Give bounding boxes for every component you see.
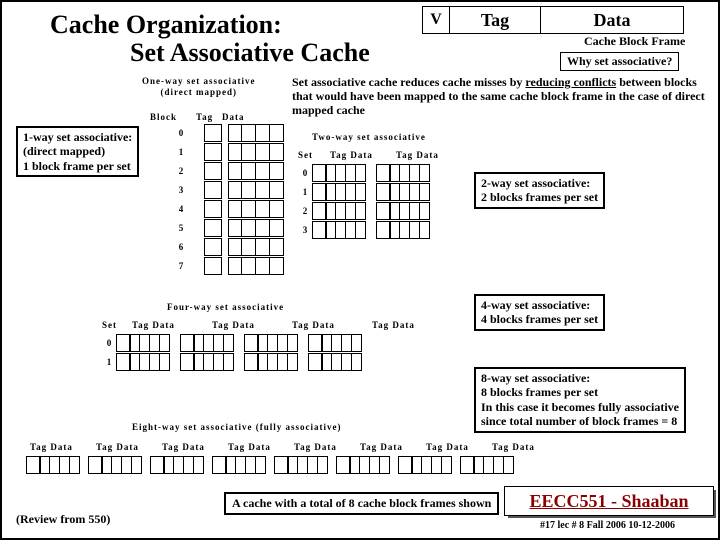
cache-block-frame-label: Cache Block Frame [584, 34, 685, 49]
eecc-label: EECC551 - Shaaban [504, 486, 714, 516]
grid-8way [26, 456, 522, 474]
grid-1way: 01234567 [190, 124, 284, 276]
tag-header-1: Tag [196, 112, 213, 122]
review-label: (Review from 550) [16, 512, 110, 527]
td-header-4b: Tag Data [212, 320, 255, 330]
td-header-8-4: Tag Data [294, 442, 337, 452]
td-header-8-1: Tag Data [96, 442, 139, 452]
title-line2: Set Associative Cache [130, 38, 370, 68]
box-4way: 4-way set associative:4 blocks frames pe… [474, 294, 605, 331]
footer-box: A cache with a total of 8 cache block fr… [224, 492, 499, 515]
block-header: Block [150, 112, 177, 122]
td-header-2a: Tag Data [330, 150, 373, 160]
td-header-8-0: Tag Data [30, 442, 73, 452]
eightway-label: Eight-way set associative (fully associa… [132, 422, 341, 432]
td-header-8-2: Tag Data [162, 442, 205, 452]
fourway-label: Four-way set associative [167, 302, 284, 312]
why-box: Why set associative? [560, 52, 679, 71]
grid-4way: 01 [102, 334, 372, 372]
td-header-8-5: Tag Data [360, 442, 403, 452]
td-header-4d: Tag Data [372, 320, 415, 330]
set-header-2: Set [298, 150, 313, 160]
data-header-1: Data [222, 112, 245, 122]
td-header-8-7: Tag Data [492, 442, 535, 452]
td-header-8-6: Tag Data [426, 442, 469, 452]
v-cell: V [423, 7, 450, 33]
grid-2way: 0123 [298, 164, 440, 240]
data-cell: Data [541, 7, 683, 33]
lecture-info: #17 lec # 8 Fall 2006 10-12-2006 [540, 520, 675, 531]
box-8way: 8-way set associative:8 blocks frames pe… [474, 367, 686, 433]
vtd-box: V Tag Data [422, 6, 684, 34]
oneway-label: One-way set associative(direct mapped) [142, 76, 255, 98]
tag-cell: Tag [450, 7, 541, 33]
box-2way: 2-way set associative:2 blocks frames pe… [474, 172, 605, 209]
title-line1: Cache Organization: [50, 10, 282, 40]
td-header-4c: Tag Data [292, 320, 335, 330]
td-header-8-3: Tag Data [228, 442, 271, 452]
set-header-4: Set [102, 320, 117, 330]
td-header-4a: Tag Data [132, 320, 175, 330]
box-1way: 1-way set associative:(direct mapped)1 b… [16, 126, 139, 177]
eecc-wrap: EECC551 - Shaaban [504, 486, 712, 514]
twoway-label: Two-way set associative [312, 132, 426, 142]
td-header-2b: Tag Data [396, 150, 439, 160]
description: Set associative cache reduces cache miss… [292, 76, 712, 117]
